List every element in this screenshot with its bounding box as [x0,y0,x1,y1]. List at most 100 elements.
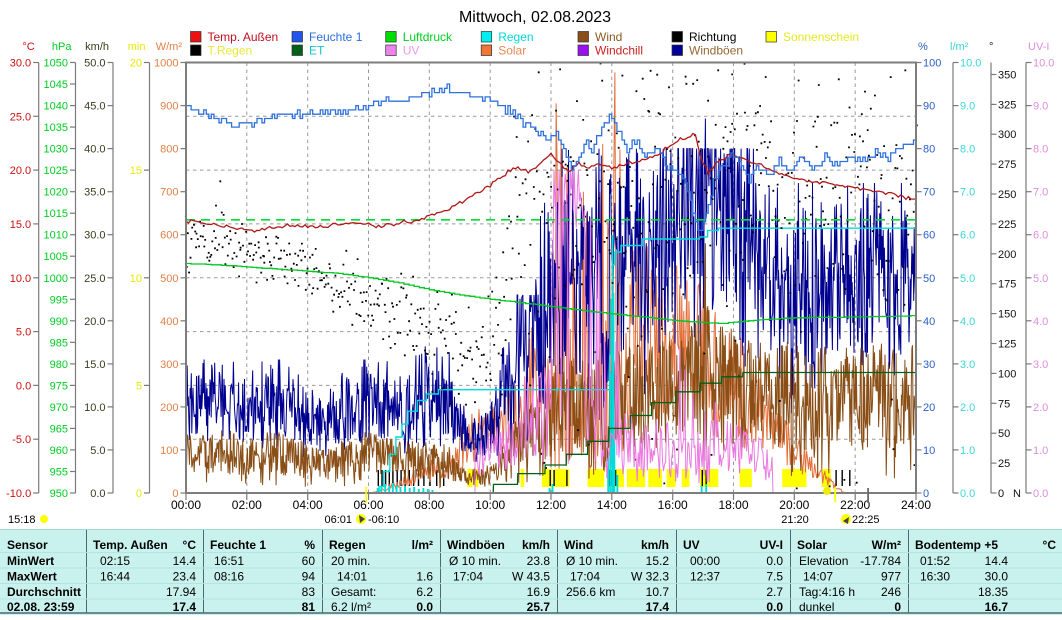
svg-text:30.0: 30.0 [985,570,1009,584]
svg-text:Solar: Solar [498,44,526,58]
svg-text:Temp. Außen: Temp. Außen [208,30,279,44]
svg-text:1.0: 1.0 [960,445,975,457]
svg-text:14:07: 14:07 [803,570,833,584]
svg-text:2.7: 2.7 [766,585,783,599]
svg-text:22:00: 22:00 [840,498,870,512]
svg-text:Regen: Regen [498,30,533,44]
svg-text:3.0: 3.0 [1033,359,1048,371]
svg-text:W/m²: W/m² [872,538,901,552]
svg-text:9.0: 9.0 [1033,101,1048,113]
svg-text:50: 50 [923,273,935,285]
svg-text:W/m²: W/m² [156,41,183,53]
svg-text:km/h: km/h [522,538,550,552]
svg-text:18:00: 18:00 [718,498,748,512]
svg-text:22:25: 22:25 [852,514,880,526]
svg-text:70: 70 [923,187,935,199]
svg-text:°C: °C [183,538,197,552]
svg-text:16:51: 16:51 [214,554,244,568]
svg-text:985: 985 [50,337,68,349]
svg-text:00:00: 00:00 [690,554,720,568]
svg-text:20.0: 20.0 [84,316,105,328]
svg-text:300: 300 [998,129,1016,141]
svg-text:0: 0 [998,488,1004,500]
svg-text:970: 970 [50,402,68,414]
svg-text:150: 150 [998,309,1016,321]
svg-text:900: 900 [160,101,178,113]
svg-text:Windböen: Windböen [689,44,743,58]
svg-text:UV-I: UV-I [760,538,783,552]
svg-text:17:04: 17:04 [570,570,600,584]
svg-text:14.4: 14.4 [173,554,197,568]
svg-text:1010: 1010 [44,230,68,242]
svg-text:08:00: 08:00 [414,498,444,512]
svg-text:0.0: 0.0 [766,554,783,568]
svg-text:1030: 1030 [44,144,68,156]
svg-text:10: 10 [923,445,935,457]
svg-text:0.0: 0.0 [90,488,105,500]
svg-text:Ø 10 min.: Ø 10 min. [449,554,501,568]
svg-text:175: 175 [998,279,1016,291]
svg-text:60: 60 [302,554,316,568]
svg-text:0.0: 0.0 [766,600,783,614]
svg-text:1020: 1020 [44,187,68,199]
svg-text:Feuchte 1: Feuchte 1 [210,538,266,552]
svg-text:min: min [128,41,146,53]
svg-text:15:18: 15:18 [8,514,36,526]
svg-text:960: 960 [50,445,68,457]
svg-text:MinWert: MinWert [7,554,54,568]
svg-text:Temp. Außen: Temp. Außen [93,538,168,552]
svg-text:km/h: km/h [85,41,109,53]
svg-text:15.2: 15.2 [646,554,670,568]
svg-text:10.0: 10.0 [960,58,981,70]
svg-text:15: 15 [130,165,142,177]
svg-text:0.0: 0.0 [960,488,975,500]
svg-text:80: 80 [923,144,935,156]
svg-text:01:52: 01:52 [920,554,950,568]
svg-text:Windchill: Windchill [595,44,643,58]
svg-text:20 min.: 20 min. [331,554,370,568]
svg-text:8.0: 8.0 [1033,144,1048,156]
svg-text:hPa: hPa [52,41,72,53]
svg-text:4.0: 4.0 [1033,316,1048,328]
svg-text:0: 0 [136,488,142,500]
svg-text:9.0: 9.0 [960,101,975,113]
svg-text:02:15: 02:15 [100,554,130,568]
svg-text:1.6: 1.6 [416,570,433,584]
svg-text:75: 75 [998,398,1010,410]
svg-text:1000: 1000 [44,273,68,285]
svg-text:Wind: Wind [595,30,622,44]
svg-text:3.0: 3.0 [960,359,975,371]
svg-text:14:00: 14:00 [597,498,627,512]
svg-text:21:20: 21:20 [781,514,809,526]
svg-text:400: 400 [160,316,178,328]
svg-text:UV-I: UV-I [1028,41,1049,53]
svg-text:200: 200 [160,402,178,414]
svg-text:1005: 1005 [44,251,68,263]
svg-text:km/h: km/h [641,538,669,552]
svg-text:250: 250 [998,189,1016,201]
svg-text:1050: 1050 [44,58,68,70]
svg-text:10.0: 10.0 [10,273,31,285]
svg-text:20: 20 [130,58,142,70]
svg-text:8.0: 8.0 [960,144,975,156]
svg-text:15.0: 15.0 [10,219,31,231]
svg-text:16.9: 16.9 [527,585,551,599]
svg-text:25: 25 [998,458,1010,470]
svg-text:17.4: 17.4 [173,600,197,614]
svg-text:5.0: 5.0 [16,327,31,339]
svg-text:30.0: 30.0 [10,58,31,70]
svg-text:1035: 1035 [44,122,68,134]
svg-text:Regen: Regen [329,538,366,552]
svg-text:2.0: 2.0 [960,402,975,414]
svg-text:5: 5 [136,380,142,392]
svg-text:MaxWert: MaxWert [7,570,57,584]
svg-text:965: 965 [50,423,68,435]
svg-text:14:01: 14:01 [337,570,367,584]
svg-text:100: 100 [160,445,178,457]
svg-text:1015: 1015 [44,208,68,220]
svg-text:17.4: 17.4 [646,600,670,614]
svg-text:1045: 1045 [44,79,68,91]
svg-text:300: 300 [160,359,178,371]
svg-text:50.0: 50.0 [84,58,105,70]
svg-text:60: 60 [923,230,935,242]
